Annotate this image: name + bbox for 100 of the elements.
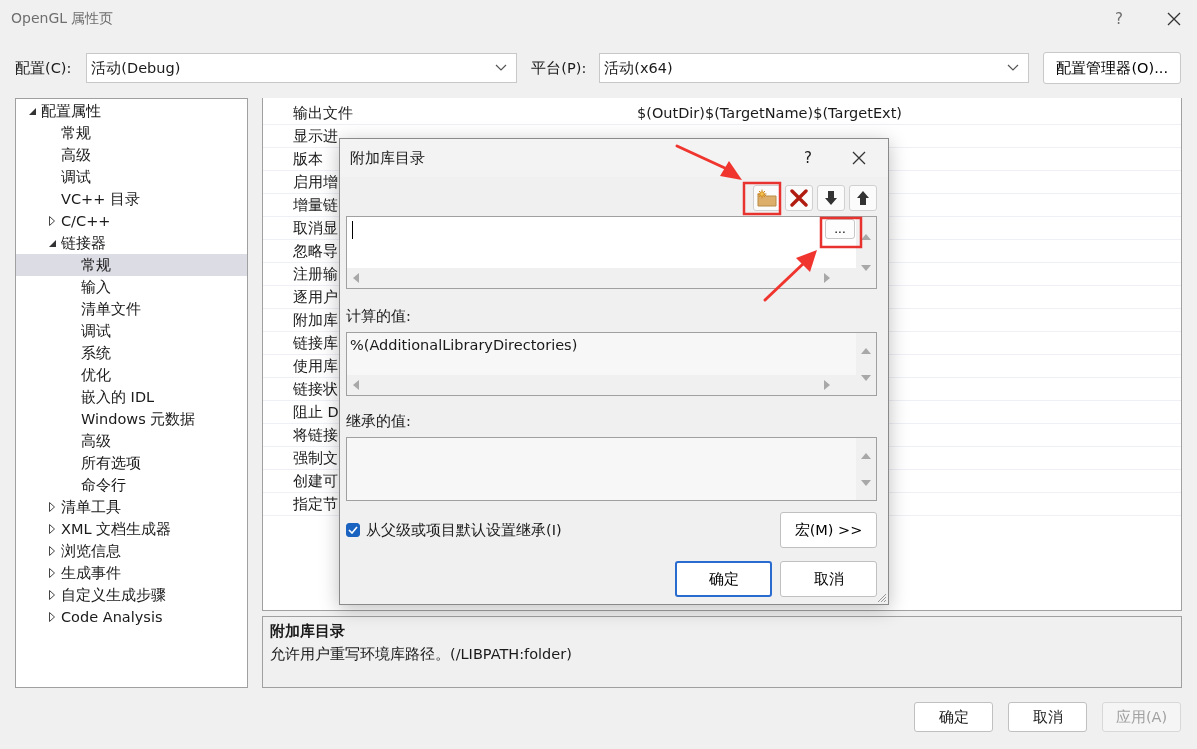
section-label: 计算的值: (346, 307, 412, 326)
close-button[interactable] (1167, 12, 1181, 26)
folder-icon (757, 189, 777, 207)
tree-item[interactable]: 输入 (16, 276, 247, 298)
collapsed-arrow-icon[interactable] (49, 612, 55, 622)
tree-item[interactable]: 嵌入的 IDL (16, 386, 247, 408)
scroll-arrow-icon (861, 478, 871, 487)
scroll-arrow-icon (861, 264, 871, 273)
expanded-arrow-icon[interactable] (49, 239, 56, 247)
tree-item[interactable]: 清单文件 (16, 298, 247, 320)
tree-item[interactable]: XML 文档生成器 (16, 518, 247, 540)
tree-item[interactable]: 浏览信息 (16, 540, 247, 562)
property-value: $(OutDir)$(TargetName)$(TargetExt) (637, 105, 902, 121)
tree-item[interactable]: VC++ 目录 (16, 188, 247, 210)
macros-button[interactable]: 宏(M) >> (780, 512, 877, 548)
tree-item[interactable]: 自定义生成步骤 (16, 584, 247, 606)
property-name: 创建可 (293, 472, 338, 489)
configuration-manager-button[interactable]: 配置管理器(O)... (1043, 52, 1181, 84)
tree-item[interactable]: 高级 (16, 144, 247, 166)
browse-button[interactable]: ... (825, 219, 855, 239)
property-name: 附加库 (293, 311, 338, 328)
help-button[interactable]: ? (804, 149, 812, 167)
description-title: 附加库目录 (270, 622, 346, 641)
tree-item[interactable]: Code Analysis (16, 606, 247, 628)
collapsed-arrow-icon[interactable] (49, 216, 55, 226)
tree-item[interactable]: 常规 (16, 254, 247, 276)
tree-item[interactable]: 常规 (16, 122, 247, 144)
dialog-button[interactable]: 确定 (914, 702, 993, 732)
dialog-button[interactable]: 确定 (675, 561, 772, 597)
delete-icon (790, 189, 808, 207)
chevron-down-icon (495, 64, 508, 72)
property-name: 增量链 (293, 196, 338, 213)
scroll-arrow-icon (352, 273, 360, 283)
property-name: 输出文件 (293, 104, 353, 121)
new-line-button[interactable] (753, 185, 781, 211)
tree-item[interactable]: 命令行 (16, 474, 247, 496)
property-name: 显示进 (293, 127, 338, 144)
window-title: OpenGL 属性页 (11, 10, 115, 28)
checkbox[interactable] (346, 523, 360, 537)
collapsed-arrow-icon[interactable] (49, 546, 55, 556)
property-name: 使用库 (293, 357, 338, 374)
property-name: 取消显 (293, 219, 338, 236)
collapsed-arrow-icon[interactable] (49, 590, 55, 600)
property-name: 强制文 (293, 449, 338, 466)
path-input-field[interactable]: ... (347, 217, 856, 268)
field-label: 配置(C): (15, 58, 72, 78)
highlight-frame (819, 216, 863, 249)
help-button[interactable]: ? (1115, 10, 1123, 28)
property-name: 指定节 (293, 495, 338, 512)
dialog-button[interactable]: 取消 (780, 561, 877, 597)
collapsed-arrow-icon[interactable] (49, 524, 55, 534)
property-name: 启用增 (293, 173, 338, 190)
down-arrow-icon (824, 190, 838, 206)
tree-item[interactable]: 配置属性 (16, 100, 247, 122)
scroll-arrow-icon (861, 451, 871, 460)
configuration-dropdown[interactable]: 活动(Debug) (86, 53, 518, 83)
text-cursor (352, 221, 353, 239)
annotation-arrow (675, 144, 742, 180)
property-name: 忽略导 (293, 242, 338, 259)
property-name: 阻止 D (293, 403, 339, 420)
field-label: 平台(P): (531, 58, 587, 78)
platform-dropdown[interactable]: 活动(x64) (599, 53, 1030, 83)
scroll-arrow-icon (823, 380, 831, 390)
collapsed-arrow-icon[interactable] (49, 568, 55, 578)
section-label: 继承的值: (346, 412, 412, 431)
checkbox-label: 从父级或项目默认设置继承(I) (366, 520, 562, 540)
property-name: 链接库 (293, 334, 338, 351)
tree-item[interactable]: 清单工具 (16, 496, 247, 518)
tree-item[interactable]: 高级 (16, 430, 247, 452)
property-name: 版本 (293, 150, 323, 167)
check-icon (348, 526, 358, 534)
move-down-button[interactable] (817, 185, 845, 211)
expanded-arrow-icon[interactable] (29, 107, 36, 115)
up-arrow-icon (856, 190, 870, 206)
annotation-arrow (763, 250, 817, 302)
property-name: 注册输 (293, 265, 338, 282)
description-text: 允许用户重写环境库路径。(/LIBPATH:folder) (270, 645, 573, 664)
collapsed-arrow-icon[interactable] (49, 502, 55, 512)
tree-item[interactable]: 链接器 (16, 232, 247, 254)
close-button[interactable] (852, 151, 866, 165)
property-name: 链接状 (293, 380, 338, 397)
dialog-button[interactable]: 取消 (1008, 702, 1087, 732)
property-name: 逐用户 (293, 288, 338, 305)
tree-item[interactable]: 调试 (16, 320, 247, 342)
tree-item[interactable]: 生成事件 (16, 562, 247, 584)
tree-item[interactable]: 优化 (16, 364, 247, 386)
scroll-arrow-icon (352, 380, 360, 390)
tree-item[interactable]: Windows 元数据 (16, 408, 247, 430)
resize-grip-icon (877, 593, 887, 603)
tree-item[interactable]: C/C++ (16, 210, 247, 232)
delete-button[interactable] (785, 185, 813, 211)
scroll-arrow-icon (861, 373, 871, 382)
scroll-arrow-icon (861, 232, 871, 241)
move-up-button[interactable] (849, 185, 877, 211)
computed-value: %(AdditionalLibraryDirectories) (350, 337, 578, 353)
tree-item[interactable]: 所有选项 (16, 452, 247, 474)
tree-item[interactable]: 系统 (16, 342, 247, 364)
tree-item[interactable]: 调试 (16, 166, 247, 188)
dialog-title: 附加库目录 (350, 148, 425, 168)
highlight-frame (742, 181, 782, 216)
